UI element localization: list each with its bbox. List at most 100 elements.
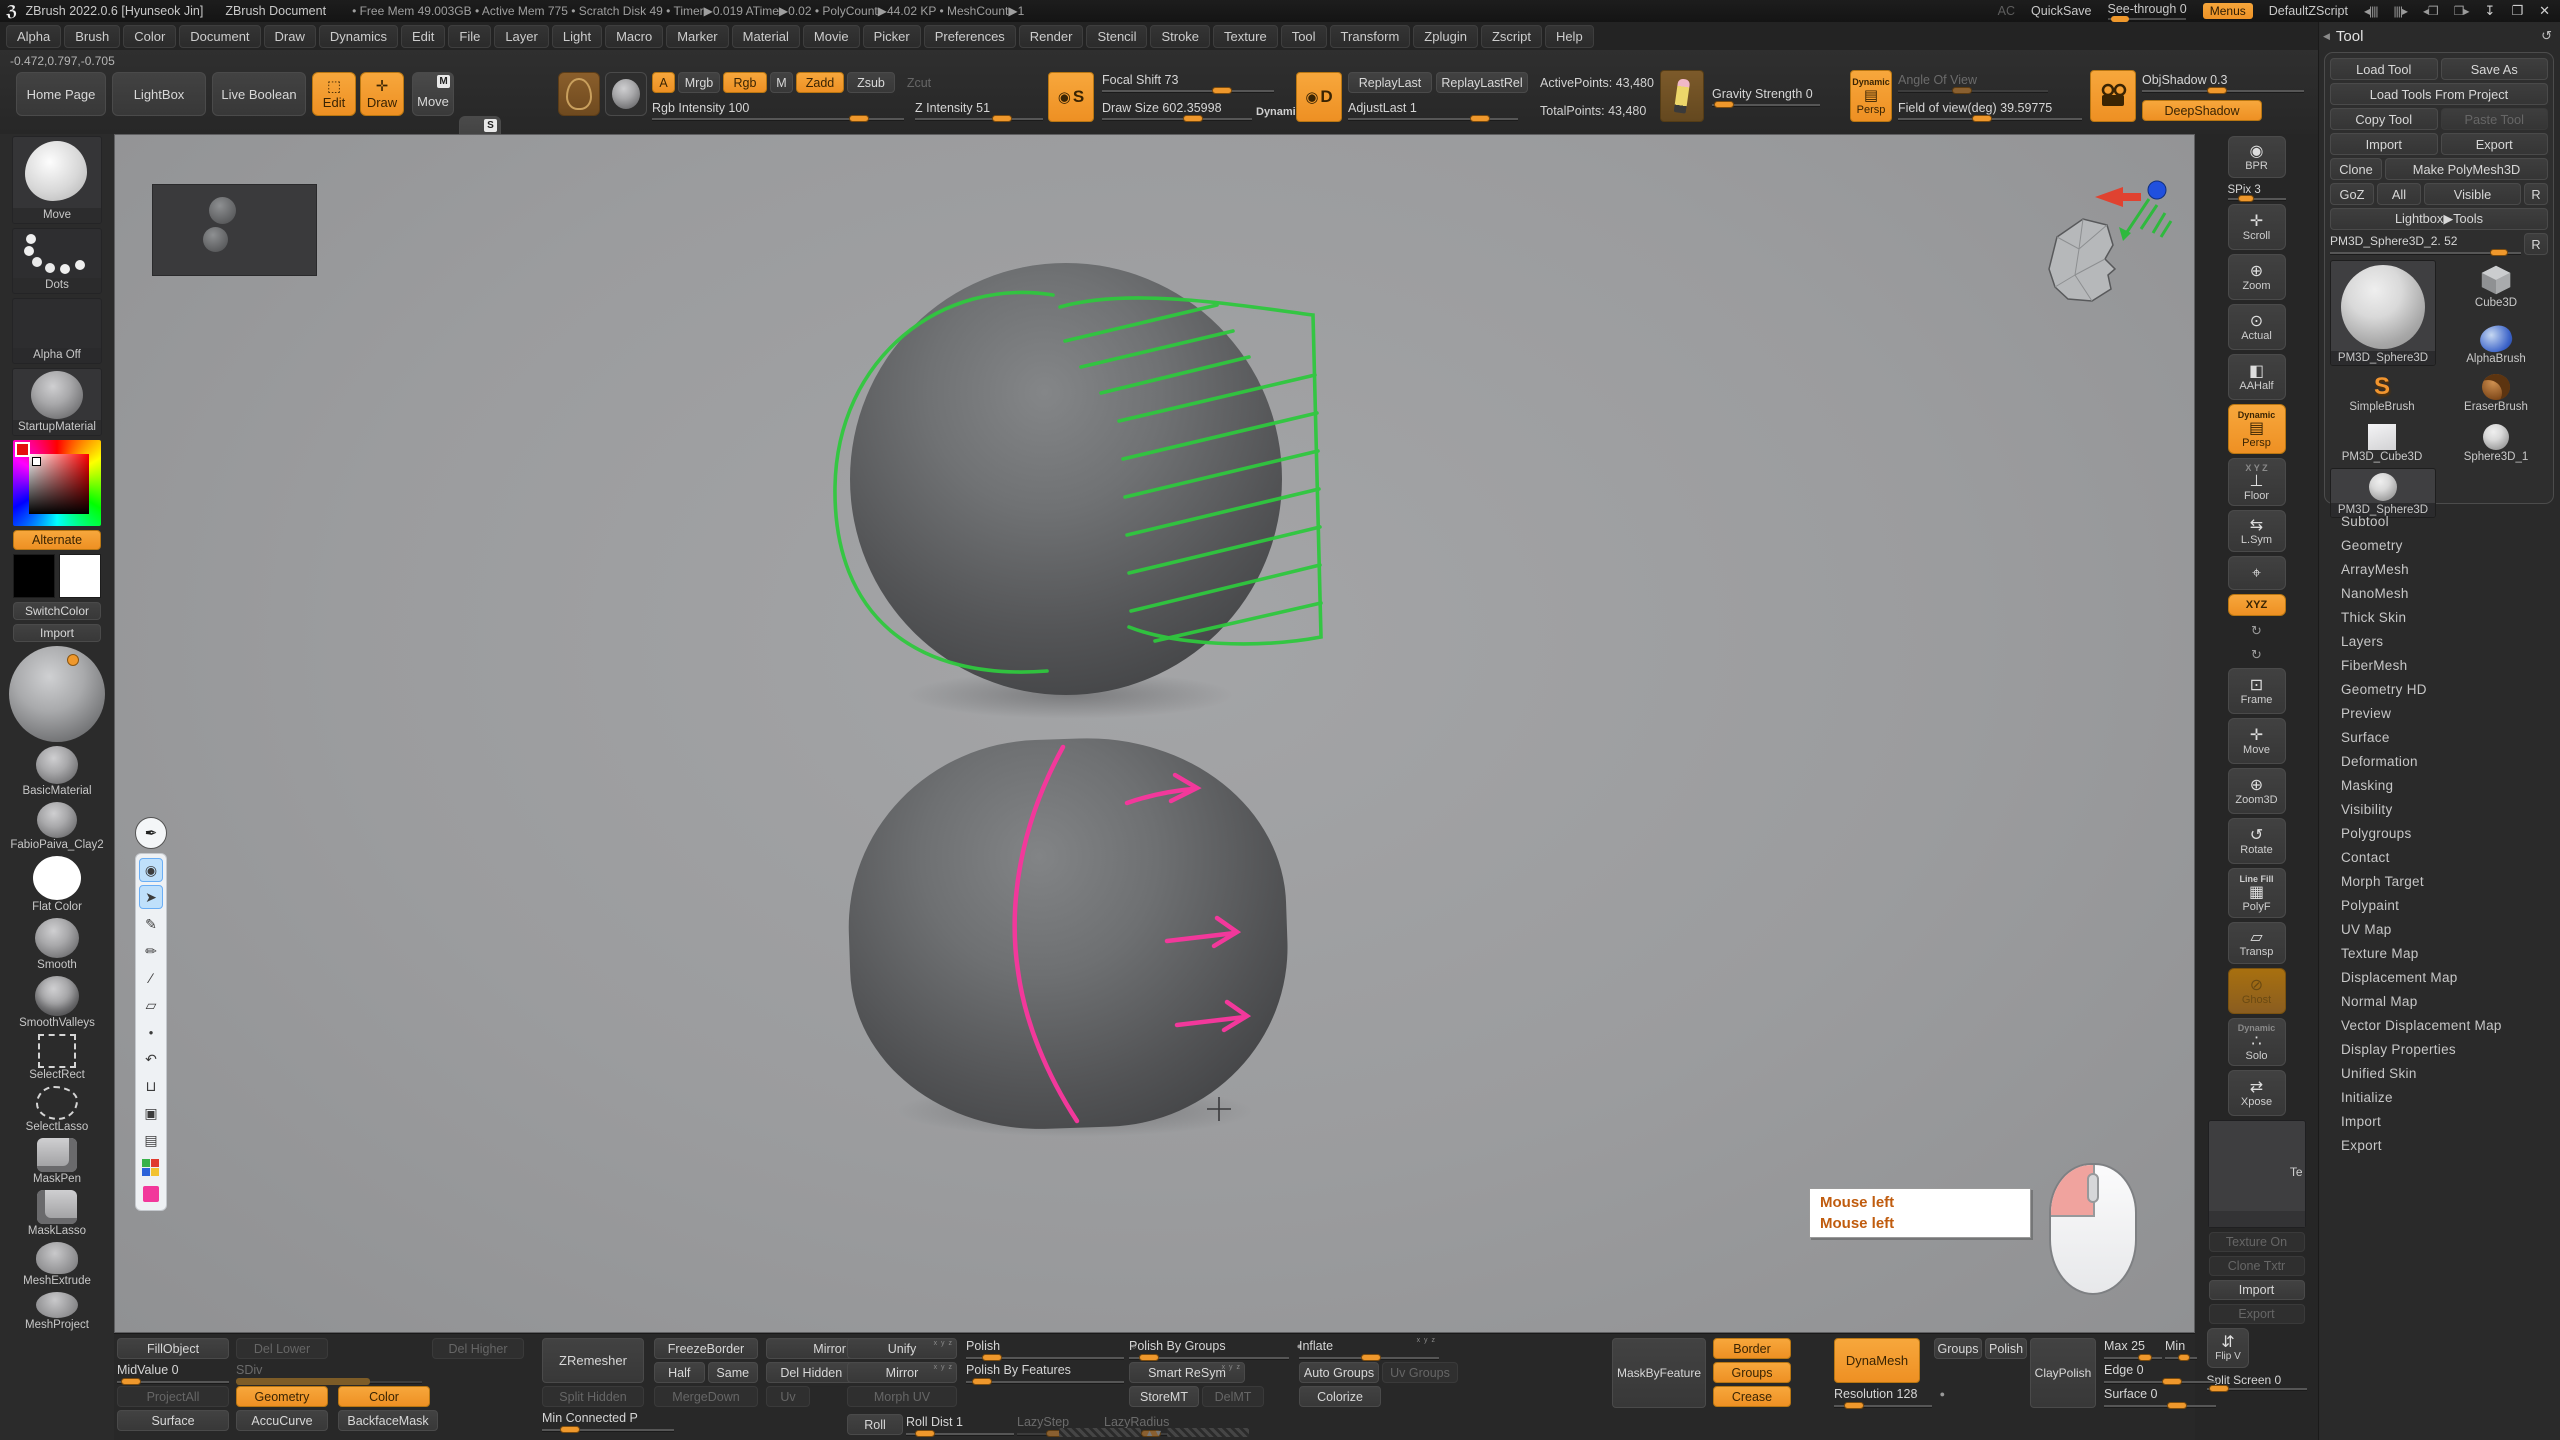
section-display-properties[interactable]: Display Properties bbox=[2319, 1038, 2560, 1062]
section-polygroups[interactable]: Polygroups bbox=[2319, 822, 2560, 846]
spix-slider[interactable]: SPix 3 bbox=[2228, 182, 2286, 200]
crease-toggle[interactable]: Crease bbox=[1713, 1386, 1791, 1407]
move-3d-button[interactable]: ✛Move bbox=[2228, 718, 2286, 764]
save-as-button[interactable]: Save As bbox=[2441, 58, 2549, 80]
del-higher-button[interactable]: Del Higher bbox=[432, 1338, 524, 1359]
section-morph-target[interactable]: Morph Target bbox=[2319, 870, 2560, 894]
menu-movie[interactable]: Movie bbox=[803, 25, 860, 48]
actual-button[interactable]: ⊙Actual bbox=[2228, 304, 2286, 350]
polish-by-groups-slider[interactable]: Polish By Groups● bbox=[1129, 1338, 1289, 1359]
rgb-intensity-slider[interactable]: Rgb Intensity 100 bbox=[652, 100, 904, 120]
cursor-tool-button[interactable]: ➤ bbox=[139, 885, 163, 909]
menus-button[interactable]: Menus bbox=[2203, 3, 2253, 19]
menu-edit[interactable]: Edit bbox=[401, 25, 445, 48]
mirror-button[interactable]: Mirror x y z bbox=[847, 1362, 957, 1383]
load-tools-from-project-button[interactable]: Load Tools From Project bbox=[2330, 83, 2548, 105]
field-of-view-slider[interactable]: Field of view(deg) 39.59775 bbox=[1898, 100, 2082, 120]
tool-item-cube3d[interactable]: Cube3D bbox=[2440, 260, 2552, 310]
collapse-panel-icon[interactable]: ◀ bbox=[2323, 31, 2330, 42]
current-texture-thumbnail[interactable]: StartupMaterial bbox=[12, 368, 102, 436]
clay-polish-button[interactable]: ClayPolish bbox=[2030, 1338, 2096, 1408]
dock-right-icon[interactable]: ❒▸ bbox=[2454, 4, 2469, 18]
size-dot-button[interactable]: ● bbox=[139, 1020, 163, 1044]
section-geometry[interactable]: Geometry bbox=[2319, 534, 2560, 558]
surface-button[interactable]: Surface bbox=[117, 1410, 229, 1431]
brush-meshextrude[interactable]: MeshExtrude bbox=[23, 1242, 91, 1288]
eraser-tool-button[interactable]: ▱ bbox=[139, 993, 163, 1017]
tool-item-eraserbrush[interactable]: EraserBrush bbox=[2440, 368, 2552, 414]
section-visibility[interactable]: Visibility bbox=[2319, 798, 2560, 822]
restore-button[interactable]: ❐ bbox=[2511, 3, 2523, 19]
material-flat-color[interactable]: Flat Color bbox=[32, 856, 82, 914]
gravity-button[interactable] bbox=[1660, 70, 1704, 122]
section-masking[interactable]: Masking bbox=[2319, 774, 2560, 798]
menu-color[interactable]: Color bbox=[123, 25, 176, 48]
highlighter-tool-button[interactable]: ✏ bbox=[139, 939, 163, 963]
minimize-button[interactable]: ↧ bbox=[2485, 3, 2496, 19]
polyf-button[interactable]: Line Fill ▦ PolyF bbox=[2228, 868, 2286, 918]
midvalue-slider[interactable]: MidValue 0 bbox=[117, 1362, 229, 1383]
surface-slider[interactable]: Surface 0 bbox=[2104, 1386, 2216, 1407]
screenshot-button[interactable]: ▣ bbox=[139, 1101, 163, 1125]
dynamesh-polish-button[interactable]: Polish bbox=[1985, 1338, 2027, 1359]
current-stroke-thumbnail[interactable]: Dots bbox=[12, 228, 102, 294]
menu-document[interactable]: Document bbox=[179, 25, 260, 48]
line-tool-button[interactable]: ∕ bbox=[139, 966, 163, 990]
min-connected-slider[interactable]: Min Connected P bbox=[542, 1410, 674, 1431]
colorize-button[interactable]: Colorize bbox=[1299, 1386, 1381, 1407]
scroll-button[interactable]: ✛Scroll bbox=[2228, 204, 2286, 250]
section-polypaint[interactable]: Polypaint bbox=[2319, 894, 2560, 918]
menu-alpha[interactable]: Alpha bbox=[6, 25, 61, 48]
menu-dynamics[interactable]: Dynamics bbox=[319, 25, 398, 48]
tool-item-pm3d-cube3d[interactable]: PM3D_Cube3D bbox=[2330, 418, 2434, 464]
texture-preview[interactable]: Te bbox=[2208, 1120, 2306, 1228]
zcut-toggle[interactable]: Zcut bbox=[898, 72, 940, 93]
current-color-swatch[interactable] bbox=[139, 1182, 163, 1206]
menu-file[interactable]: File bbox=[448, 25, 491, 48]
menu-marker[interactable]: Marker bbox=[666, 25, 728, 48]
section-subtool[interactable]: Subtool bbox=[2319, 510, 2560, 534]
focal-shift-slider[interactable]: Focal Shift 73 bbox=[1102, 72, 1274, 92]
reset-panel-icon[interactable]: ↺ bbox=[2541, 28, 2552, 44]
menu-help[interactable]: Help bbox=[1545, 25, 1594, 48]
aahalf-button[interactable]: ◧AAHalf bbox=[2228, 354, 2286, 400]
orientation-head-icon[interactable] bbox=[2035, 209, 2127, 309]
ghost-button[interactable]: ⊘Ghost bbox=[2228, 968, 2286, 1014]
material-basicmaterial[interactable]: BasicMaterial bbox=[22, 746, 91, 798]
brush-masklasso[interactable]: MaskLasso bbox=[28, 1190, 86, 1238]
frame-button[interactable]: ⊡Frame bbox=[2228, 668, 2286, 714]
merge-down-button[interactable]: MergeDown bbox=[654, 1386, 758, 1407]
draw-button[interactable]: ✛ Draw bbox=[360, 72, 404, 116]
menu-macro[interactable]: Macro bbox=[605, 25, 663, 48]
gravity-strength-slider[interactable]: Gravity Strength 0 bbox=[1712, 86, 1820, 106]
menu-texture[interactable]: Texture bbox=[1213, 25, 1278, 48]
main-color-swatch[interactable] bbox=[13, 554, 55, 598]
spin-z-button[interactable]: ↻ bbox=[2228, 644, 2286, 664]
brush-selectlasso[interactable]: SelectLasso bbox=[26, 1086, 89, 1134]
roll-dist-slider[interactable]: Roll Dist 1 bbox=[906, 1414, 1014, 1435]
tool-item-pm3d-sphere3d-active[interactable]: PM3D_Sphere3D bbox=[2330, 260, 2436, 366]
local-button[interactable]: ⌖ bbox=[2228, 556, 2286, 590]
section-fibermesh[interactable]: FiberMesh bbox=[2319, 654, 2560, 678]
solo-button[interactable]: Dynamic ∴ Solo bbox=[2228, 1018, 2286, 1066]
import-button[interactable]: Import bbox=[2330, 133, 2438, 155]
menu-picker[interactable]: Picker bbox=[863, 25, 921, 48]
menu-stencil[interactable]: Stencil bbox=[1086, 25, 1147, 48]
menu-material[interactable]: Material bbox=[732, 25, 800, 48]
accucurve-button[interactable]: AccuCurve bbox=[236, 1410, 328, 1431]
polish-by-features-slider[interactable]: Polish By Features● bbox=[966, 1362, 1124, 1383]
zadd-toggle[interactable]: Zadd bbox=[796, 72, 844, 93]
zoom3d-button[interactable]: ⊕Zoom3D bbox=[2228, 768, 2286, 814]
tool-item-sphere3d-1[interactable]: Sphere3D_1 bbox=[2440, 418, 2552, 464]
alternate-button[interactable]: Alternate bbox=[13, 530, 101, 550]
dynamic-label[interactable]: Dynamic bbox=[1256, 106, 1302, 118]
persp-tray-button[interactable]: Dynamic ▤ Persp bbox=[2228, 404, 2286, 454]
export-button[interactable]: Export bbox=[2441, 133, 2549, 155]
section-uv-map[interactable]: UV Map bbox=[2319, 918, 2560, 942]
polish-slider[interactable]: Polish○ bbox=[966, 1338, 1124, 1359]
menu-tool[interactable]: Tool bbox=[1281, 25, 1327, 48]
section-geometry-hd[interactable]: Geometry HD bbox=[2319, 678, 2560, 702]
anchor-toggle[interactable]: A bbox=[652, 72, 675, 93]
brush-meshproject[interactable]: MeshProject bbox=[25, 1292, 89, 1332]
xyz-button[interactable]: XYZ bbox=[2228, 594, 2286, 616]
